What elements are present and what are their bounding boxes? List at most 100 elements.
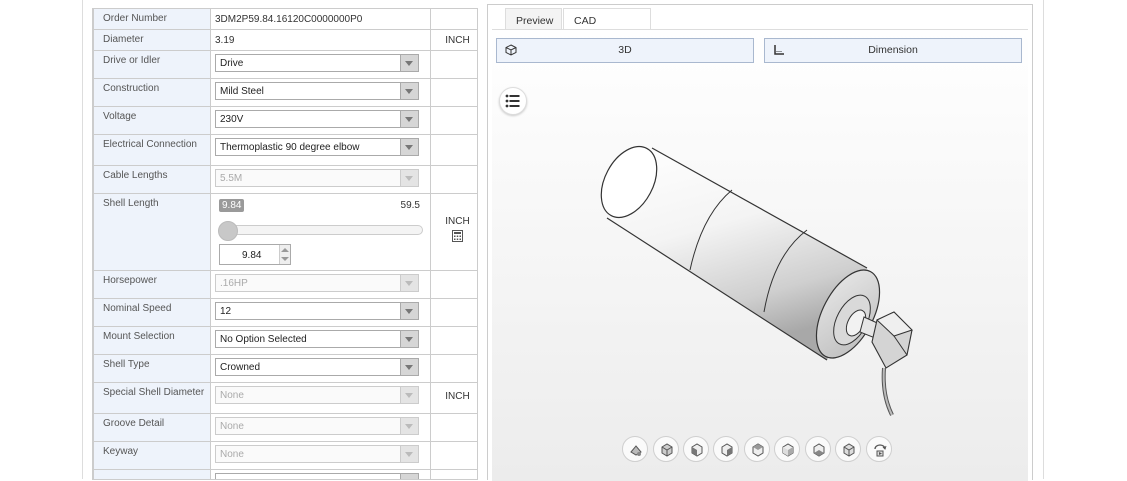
configuration-table: Order Number 3DM2P59.84.16120C0000000P0 … <box>93 8 477 479</box>
row-label <box>93 469 211 479</box>
select-value: Crowned <box>220 362 261 373</box>
iso-view-icon <box>661 443 673 457</box>
dropdown-arrow-icon <box>400 474 418 479</box>
toolbar-button-rotate[interactable] <box>866 436 892 462</box>
shell-type-select[interactable]: Crowned <box>215 358 419 376</box>
toolbar-button-front-view[interactable] <box>683 436 709 462</box>
spinner-up-icon[interactable] <box>281 248 289 252</box>
row-label: Construction <box>93 78 211 107</box>
row-label: Special Shell Diameter <box>93 382 211 414</box>
input-value: 9.84 <box>242 250 262 261</box>
row-keyway: Keyway None <box>93 441 477 470</box>
shell-length-slider-handle[interactable] <box>218 221 238 241</box>
select-value: None <box>220 390 244 401</box>
front-view-icon <box>691 443 703 457</box>
order-number-value: 3DM2P59.84.16120C0000000P0 <box>215 14 363 25</box>
slider-min-badge: 9.84 <box>219 199 245 212</box>
dropdown-arrow-icon <box>400 303 418 319</box>
rotate-icon <box>874 444 887 457</box>
dropdown-arrow-icon <box>400 111 418 127</box>
select-value: 230V <box>220 114 244 125</box>
dropdown-arrow-icon <box>400 418 418 434</box>
unit-label: INCH <box>445 391 470 402</box>
unit-cell <box>430 413 477 442</box>
unit-cell <box>430 134 477 166</box>
construction-select[interactable]: Mild Steel <box>215 82 419 100</box>
toolbar-button-right-view[interactable] <box>774 436 800 462</box>
row-label: Diameter <box>93 29 211 51</box>
select-value: None <box>220 449 244 460</box>
unit-cell <box>430 8 477 30</box>
toolbar-button-bottom-view[interactable] <box>835 436 861 462</box>
unit-cell <box>430 270 477 299</box>
row-horsepower: Horsepower .16HP <box>93 270 477 299</box>
toolbar-button-view-settings[interactable] <box>622 436 648 462</box>
row-diameter: Diameter 3.19 INCH <box>93 29 477 51</box>
row-nominal-speed: Nominal Speed 12 <box>93 298 477 327</box>
unit-cell <box>430 469 477 479</box>
dropdown-arrow-icon <box>400 139 418 155</box>
special-shell-diameter-select: None <box>215 386 419 404</box>
row-drive-or-idler: Drive or Idler Drive <box>93 50 477 79</box>
unit-cell <box>430 354 477 383</box>
row-electrical-connection: Electrical Connection Thermoplastic 90 d… <box>93 134 477 166</box>
back-view-icon <box>721 443 733 457</box>
shell-length-input[interactable]: 9.84 <box>219 244 291 265</box>
number-spinner[interactable] <box>279 245 290 264</box>
nominal-speed-select[interactable]: 12 <box>215 302 419 320</box>
dropdown-arrow-icon <box>400 170 418 186</box>
preview-panel: Preview CAD Download 3D Dimension <box>487 4 1033 481</box>
view-settings-icon <box>630 445 642 456</box>
unit-cell <box>430 106 477 135</box>
row-shell-type: Shell Type Crowned <box>93 354 477 383</box>
dropdown-arrow-icon <box>400 446 418 462</box>
dropdown-arrow-icon <box>400 275 418 291</box>
unit-cell <box>430 50 477 79</box>
row-label: Order Number <box>93 8 211 30</box>
keyway-select: None <box>215 445 419 463</box>
horsepower-select: .16HP <box>215 274 419 292</box>
toolbar-button-top-view[interactable] <box>805 436 831 462</box>
toolbar-button-iso-view[interactable] <box>653 436 679 462</box>
shell-length-slider-track[interactable] <box>221 225 423 235</box>
row-label: Horsepower <box>93 270 211 299</box>
row-label: Cable Lengths <box>93 165 211 194</box>
drive-or-idler-select[interactable]: Drive <box>215 54 419 72</box>
diameter-value: 3.19 <box>215 35 235 46</box>
roller-3d-model <box>600 146 913 416</box>
select-value: 5.5M <box>220 173 243 184</box>
mount-selection-select[interactable]: No Option Selected <box>215 330 419 348</box>
row-cable-lengths: Cable Lengths 5.5M <box>93 165 477 194</box>
spinner-down-icon[interactable] <box>281 257 289 261</box>
groove-detail-select: None <box>215 417 419 435</box>
left-view-icon <box>752 443 764 457</box>
row-special-shell-diameter: Special Shell Diameter None INCH <box>93 382 477 414</box>
row-label: Voltage <box>93 106 211 135</box>
select-value: .16HP <box>220 278 248 289</box>
select-value: 12 <box>220 306 232 317</box>
row-mount-selection: Mount Selection No Option Selected <box>93 326 477 355</box>
slider-max-label: 59.5 <box>400 200 420 211</box>
electrical-connection-select[interactable]: Thermoplastic 90 degree elbow <box>215 138 419 156</box>
unit-cell <box>430 298 477 327</box>
3d-viewer[interactable]: 3D Dimension <box>492 29 1028 481</box>
row-label: Groove Detail <box>93 413 211 442</box>
dropdown-arrow-icon <box>400 55 418 71</box>
top-view-icon <box>813 443 825 457</box>
row-construction: Construction Mild Steel <box>93 78 477 107</box>
select-value: Thermoplastic 90 degree elbow <box>220 142 360 153</box>
row-partial <box>93 469 477 479</box>
toolbar-button-left-view[interactable] <box>744 436 770 462</box>
row-label: Shell Type <box>93 354 211 383</box>
unit-label: INCH <box>445 35 470 46</box>
cable-lengths-select: 5.5M <box>215 169 419 187</box>
calculator-icon[interactable] <box>452 230 463 242</box>
unit-cell <box>430 78 477 107</box>
dropdown-arrow-icon <box>400 359 418 375</box>
toolbar-button-back-view[interactable] <box>713 436 739 462</box>
row-label: Electrical Connection <box>93 134 211 166</box>
row-voltage: Voltage 230V <box>93 106 477 135</box>
voltage-select[interactable]: 230V <box>215 110 419 128</box>
unit-cell <box>430 326 477 355</box>
select-value: No Option Selected <box>220 334 307 345</box>
